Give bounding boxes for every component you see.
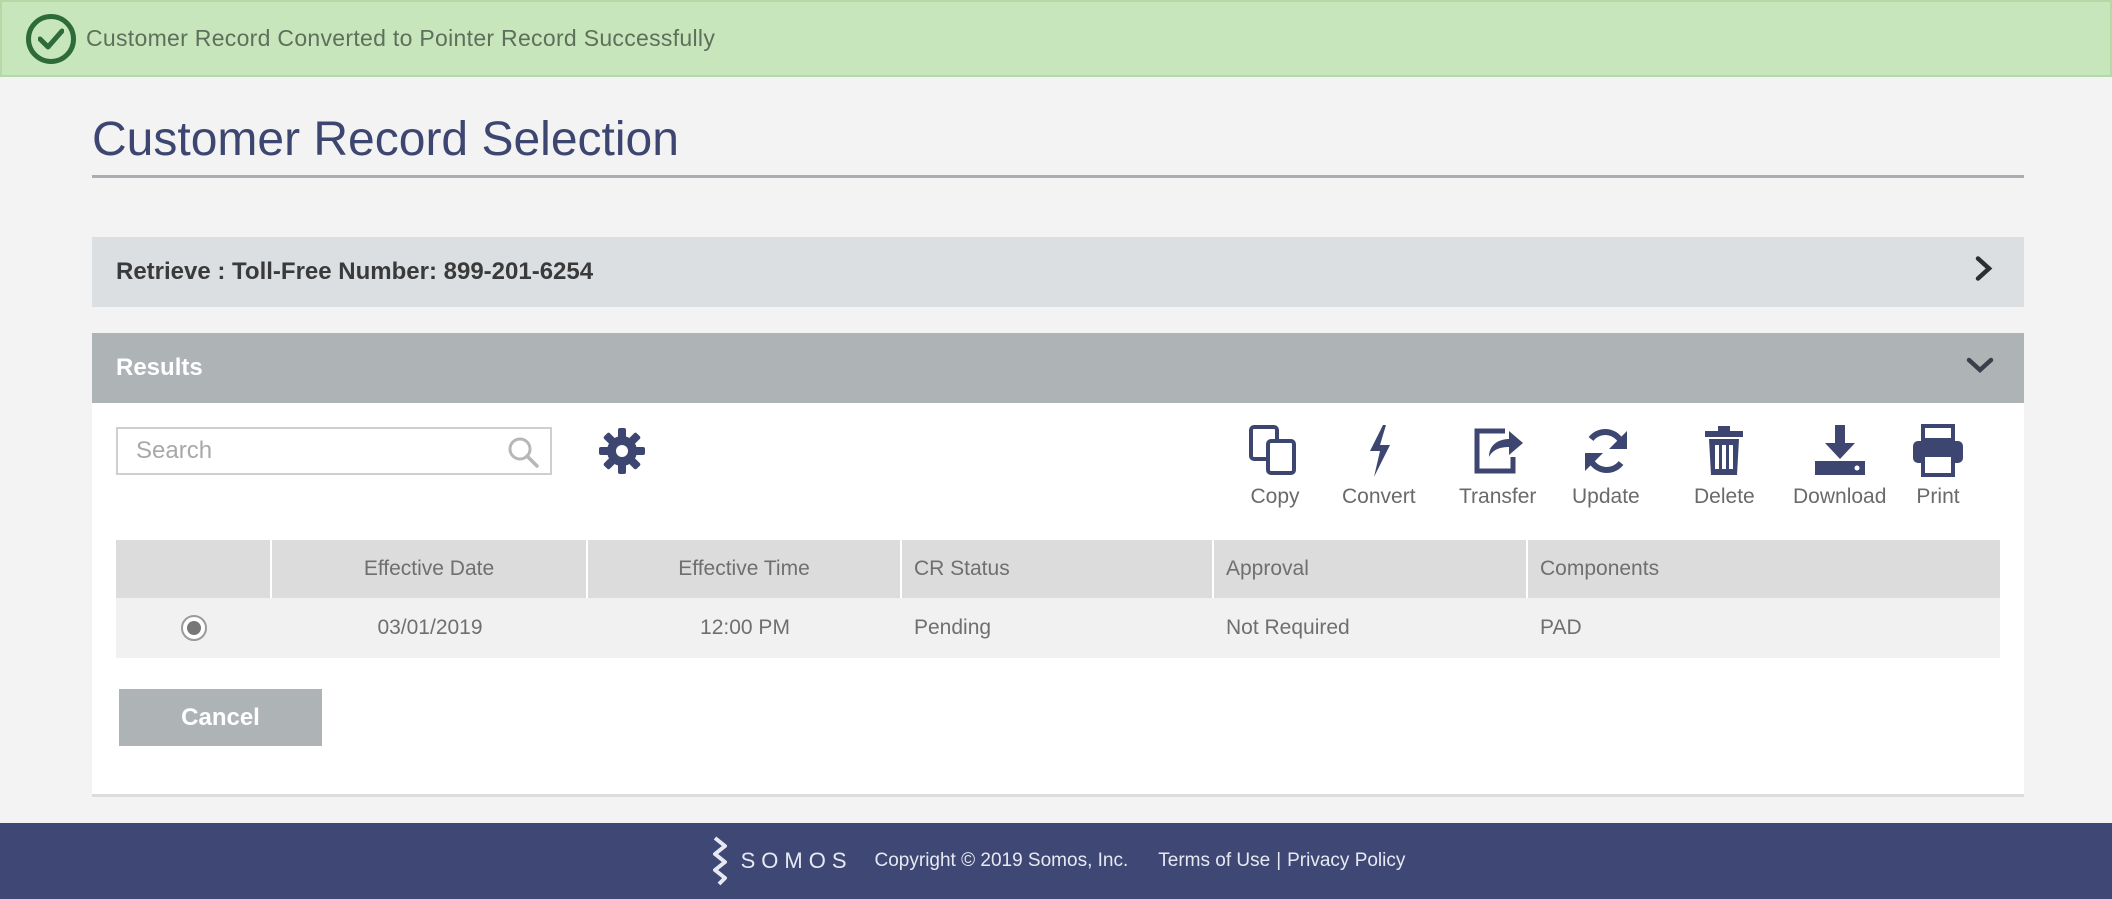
trash-icon xyxy=(1695,423,1753,479)
footer-separator: | xyxy=(1276,850,1282,871)
check-circle-icon xyxy=(26,13,76,64)
retrieve-label: Retrieve : Toll-Free Number: 899-201-625… xyxy=(116,258,594,285)
column-header-effective-date[interactable]: Effective Date xyxy=(272,540,588,598)
search-icon[interactable] xyxy=(506,435,540,474)
column-header-cr-status[interactable]: CR Status xyxy=(902,540,1214,598)
column-header-components[interactable]: Components xyxy=(1528,540,2000,598)
approval-cell: Not Required xyxy=(1226,616,1350,639)
somos-logo-icon xyxy=(712,836,727,886)
print-button[interactable]: Print xyxy=(1909,423,1967,509)
effective-time-cell: 12:00 PM xyxy=(700,616,790,639)
column-header-approval[interactable]: Approval xyxy=(1214,540,1528,598)
results-panel: Copy Convert Transfer Update Delete Down… xyxy=(92,403,2024,797)
retrieve-panel-header[interactable]: Retrieve : Toll-Free Number: 899-201-625… xyxy=(92,237,2024,307)
cr-status-cell: Pending xyxy=(914,616,992,639)
terms-of-use-link[interactable]: Terms of Use xyxy=(1158,850,1270,872)
copy-button[interactable]: Copy xyxy=(1246,423,1304,509)
share-icon xyxy=(1469,423,1527,479)
download-icon xyxy=(1811,423,1869,479)
results-label: Results xyxy=(116,354,203,381)
title-divider xyxy=(92,175,2024,178)
copyright-text: Copyright © 2019 Somos, Inc. xyxy=(874,850,1129,871)
chevron-down-icon[interactable] xyxy=(1966,354,1994,382)
results-panel-header[interactable]: Results xyxy=(92,333,2024,403)
copy-icon xyxy=(1246,423,1304,479)
update-button[interactable]: Update xyxy=(1572,423,1640,509)
effective-date-cell: 03/01/2019 xyxy=(377,616,483,639)
transfer-button[interactable]: Transfer xyxy=(1459,423,1536,509)
refresh-icon xyxy=(1577,423,1635,479)
printer-icon xyxy=(1909,423,1967,479)
banner-message: Customer Record Converted to Pointer Rec… xyxy=(86,25,716,51)
chevron-right-icon[interactable] xyxy=(1974,256,1994,289)
page-title: Customer Record Selection xyxy=(92,113,679,166)
search-input[interactable] xyxy=(116,427,552,475)
results-table-header: Effective Date Effective Time CR Status … xyxy=(116,540,2000,598)
row-select-cell xyxy=(116,598,272,658)
gear-icon[interactable] xyxy=(596,425,648,482)
somos-logo: SOMOS xyxy=(707,836,853,886)
convert-button[interactable]: Convert xyxy=(1342,423,1416,509)
table-row[interactable]: 03/01/2019 12:00 PM Pending Not Required… xyxy=(116,598,2000,658)
delete-button[interactable]: Delete xyxy=(1694,423,1755,509)
column-header-select xyxy=(116,540,272,598)
components-cell: PAD xyxy=(1540,616,1582,639)
privacy-policy-link[interactable]: Privacy Policy xyxy=(1287,850,1405,872)
footer: SOMOS Copyright © 2019 Somos, Inc. Terms… xyxy=(0,823,2112,899)
success-banner: Customer Record Converted to Pointer Rec… xyxy=(0,0,2112,77)
cancel-button[interactable]: Cancel xyxy=(119,689,322,746)
row-radio[interactable] xyxy=(181,615,207,641)
download-button[interactable]: Download xyxy=(1793,423,1886,509)
lightning-icon xyxy=(1350,423,1408,479)
column-header-effective-time[interactable]: Effective Time xyxy=(588,540,902,598)
